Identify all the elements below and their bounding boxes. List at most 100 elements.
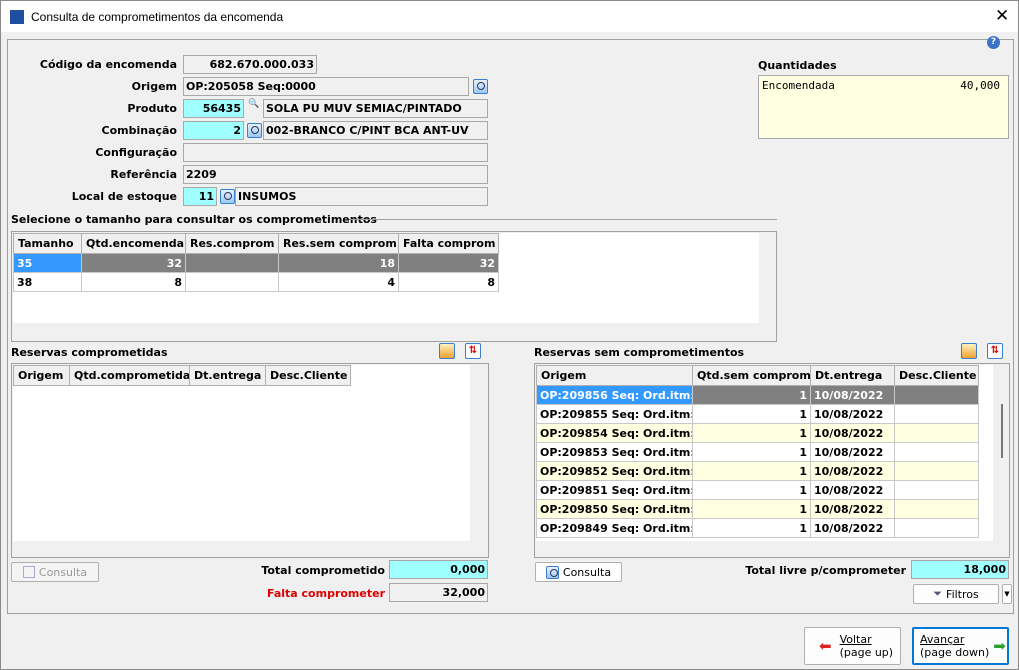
title-bar: Consulta de comprometimentos da encomend… [1, 1, 1018, 32]
table-row[interactable]: OP:209852 Seq: Ord.itm:2 1 10/08/2022 [536, 461, 979, 481]
arrow-right-icon: ➡ [993, 637, 1006, 655]
table-cell [894, 423, 979, 443]
search-icon[interactable] [473, 79, 488, 94]
table-cell: OP:209853 Seq: Ord.itm:1 [536, 442, 693, 462]
table-cell: 8 [81, 272, 186, 292]
app-icon [10, 10, 24, 24]
produto-code-input[interactable]: 56435 [183, 99, 244, 118]
falta-comprometer-field: 32,000 [389, 583, 488, 602]
search-icon [545, 565, 559, 579]
filtros-button[interactable]: ⏷ Filtros [913, 584, 999, 604]
consulta-label: Consulta [38, 565, 88, 579]
local-code-input[interactable]: 11 [183, 187, 217, 206]
sort-icon[interactable]: ⇅ [465, 343, 481, 359]
encomendada-label: Encomendada [762, 79, 835, 92]
column-header[interactable]: Qtd.encomenda [81, 233, 186, 254]
table-cell: 35 [13, 253, 82, 273]
quantidades-title: Quantidades [758, 59, 837, 72]
sort-icon[interactable]: ⇅ [987, 343, 1003, 359]
table-row[interactable]: 38 8 4 8 [13, 272, 499, 292]
column-header[interactable]: Desc.Cliente [894, 365, 979, 386]
table-row[interactable]: OP:209850 Seq: Ord.itm:1 1 10/08/2022 [536, 499, 979, 519]
avancar-button[interactable]: Avançar (page down) ➡ [912, 627, 1009, 665]
codigo-label: Código da encomenda [39, 58, 177, 71]
table-cell: OP:209850 Seq: Ord.itm:1 [536, 499, 693, 519]
table-cell [185, 272, 279, 292]
column-header[interactable]: Tamanho [13, 233, 82, 254]
dialog-window: Consulta de comprometimentos da encomend… [0, 0, 1019, 670]
table-row[interactable]: 35 32 18 32 [13, 253, 499, 273]
column-header[interactable]: Dt.entrega [810, 365, 895, 386]
table-cell: 10/08/2022 [810, 480, 895, 500]
search-icon[interactable] [220, 189, 235, 204]
filtros-label: Filtros [946, 587, 979, 601]
table-cell [894, 480, 979, 500]
table-cell: 10/08/2022 [810, 499, 895, 519]
right-consulta-button[interactable]: Consulta [535, 562, 622, 582]
table-row[interactable]: OP:209854 Seq: Ord.itm:1 1 10/08/2022 [536, 423, 979, 443]
total-livre-label: Total livre p/comprometer [745, 564, 906, 577]
column-header[interactable]: Desc.Cliente [265, 365, 351, 386]
search-icon[interactable] [247, 123, 262, 138]
divider [349, 219, 777, 220]
total-comprometido-field: 0,000 [389, 560, 488, 579]
table-row[interactable]: OP:209853 Seq: Ord.itm:1 1 10/08/2022 [536, 442, 979, 462]
table-cell: 1 [692, 499, 811, 519]
column-header[interactable]: Origem [536, 365, 693, 386]
table-cell: 32 [81, 253, 186, 273]
table-row[interactable]: OP:209856 Seq: Ord.itm:5 1 10/08/2022 [536, 385, 979, 405]
table-cell: 10/08/2022 [810, 442, 895, 462]
table-cell: 10/08/2022 [810, 385, 895, 405]
local-label: Local de estoque [71, 190, 177, 203]
encomendada-value: 40,000 [960, 79, 1000, 92]
table-cell: 1 [692, 385, 811, 405]
configuracao-field [183, 143, 488, 162]
table-row[interactable]: OP:209855 Seq: Ord.itm:2 1 10/08/2022 [536, 404, 979, 424]
filter-icon: ⏷ [933, 587, 943, 600]
column-header[interactable]: Qtd.comprometida [69, 365, 190, 386]
combinacao-label: Combinação [101, 124, 178, 137]
produto-desc-field: SOLA PU MUV SEMIAC/PINTADO [263, 99, 488, 118]
origem-label: Origem [131, 80, 177, 93]
filtros-dropdown[interactable]: ▼ [1002, 584, 1012, 604]
column-header[interactable]: Res.comprom [185, 233, 279, 254]
table-cell: 10/08/2022 [810, 404, 895, 424]
table-cell: 1 [692, 518, 811, 538]
configuracao-label: Configuração [95, 146, 177, 159]
voltar-hint: (page up) [839, 646, 894, 659]
help-icon[interactable]: ? [987, 36, 1000, 49]
export-icon[interactable] [961, 343, 977, 359]
sizes-title: Selecione o tamanho para consultar os co… [11, 213, 377, 226]
column-header[interactable]: Res.sem comprom [278, 233, 399, 254]
table-cell: OP:209851 Seq: Ord.itm:1 [536, 480, 693, 500]
right-title: Reservas sem comprometimentos [534, 346, 745, 359]
export-icon[interactable] [439, 343, 455, 359]
column-header[interactable]: Qtd.sem comprom [692, 365, 811, 386]
referencia-field: 2209 [183, 165, 488, 184]
combinacao-code-input[interactable]: 2 [183, 121, 244, 140]
close-icon[interactable]: ✕ [995, 6, 1009, 26]
search-dropdown-icon[interactable]: 🔍 [248, 99, 259, 109]
table-cell: OP:209852 Seq: Ord.itm:2 [536, 461, 693, 481]
sizes-grid[interactable]: Tamanho Qtd.encomenda Res.comprom Res.sem c… [11, 231, 777, 342]
total-livre-field: 18,000 [911, 560, 1009, 579]
scrollbar-thumb[interactable] [1001, 404, 1003, 458]
table-cell: 10/08/2022 [810, 518, 895, 538]
voltar-button[interactable]: ⬅ Voltar (page up) [804, 627, 901, 665]
table-cell: 1 [692, 442, 811, 462]
table-row[interactable]: OP:209849 Seq: Ord.itm:1 1 10/08/2022 [536, 518, 979, 538]
window-title: Consulta de comprometimentos da encomend… [31, 10, 284, 24]
table-cell [894, 442, 979, 462]
column-header[interactable]: Dt.entrega [189, 365, 266, 386]
column-header[interactable]: Origem [13, 365, 70, 386]
table-cell: 1 [692, 480, 811, 500]
table-cell [894, 518, 979, 538]
codigo-field: 682.670.000.033 [183, 55, 317, 74]
table-cell: OP:209854 Seq: Ord.itm:1 [536, 423, 693, 443]
column-header[interactable]: Falta comprom [398, 233, 499, 254]
table-row[interactable]: OP:209851 Seq: Ord.itm:1 1 10/08/2022 [536, 480, 979, 500]
left-consulta-button[interactable]: Consulta [11, 562, 99, 582]
left-grid[interactable]: Origem Qtd.comprometida Dt.entrega Desc.Cli… [11, 363, 489, 558]
table-cell [894, 385, 979, 405]
right-grid[interactable]: Origem Qtd.sem comprom Dt.entrega Desc.Clie… [534, 363, 1010, 558]
